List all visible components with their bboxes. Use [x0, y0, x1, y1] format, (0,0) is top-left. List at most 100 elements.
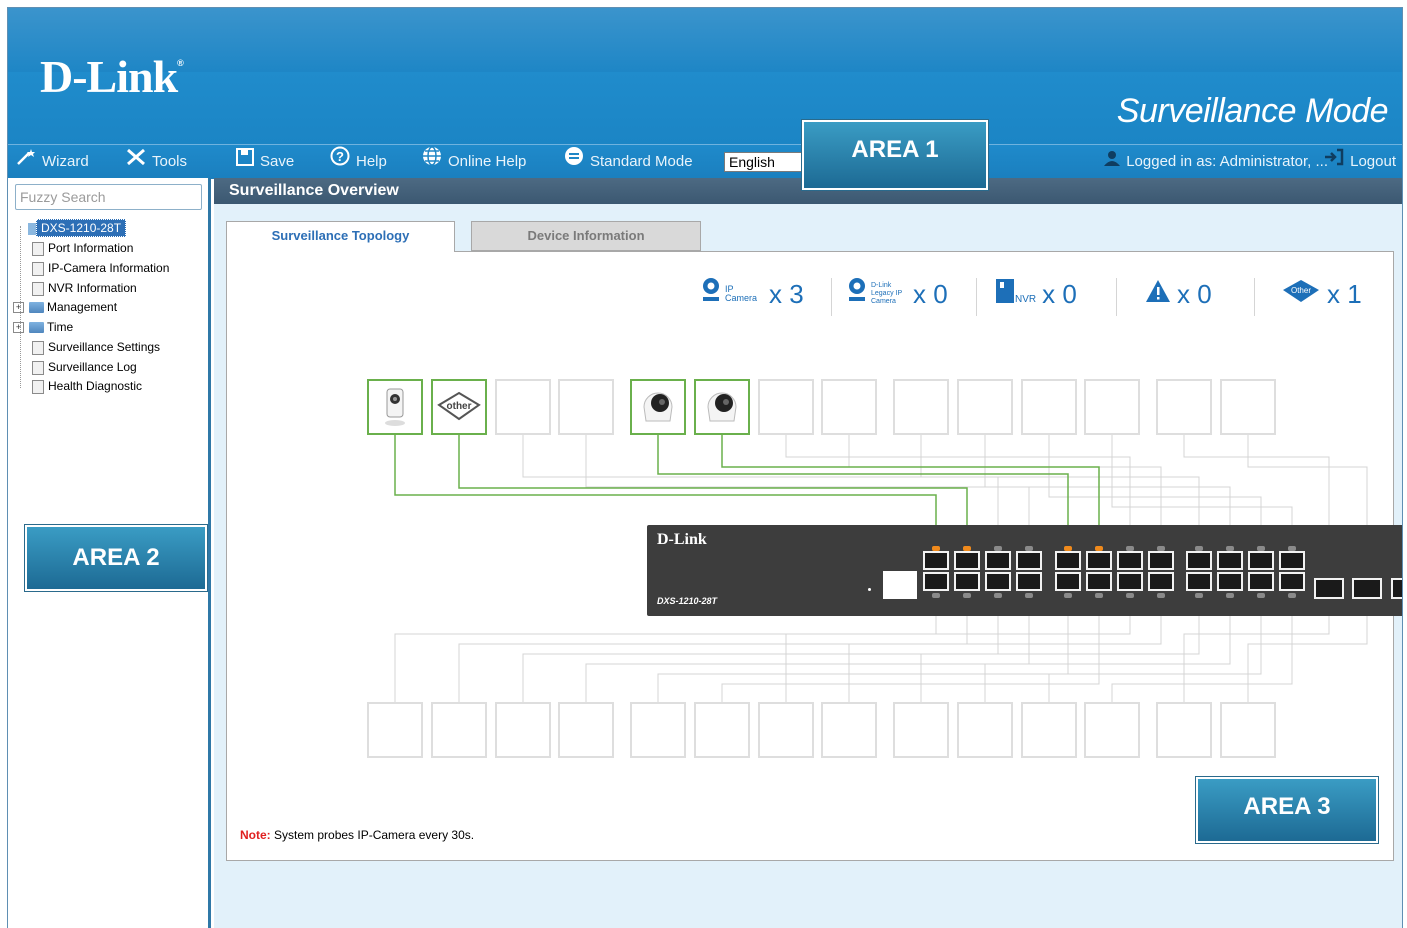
switch-port[interactable] — [1117, 551, 1143, 570]
save-icon — [236, 145, 254, 179]
globe-icon — [422, 145, 442, 179]
switch-port[interactable] — [1016, 572, 1042, 591]
tree-item-ip-camera-information[interactable]: IP-Camera Information — [32, 259, 169, 277]
device-slot-empty — [1084, 379, 1140, 435]
device-slot-empty — [630, 702, 686, 758]
switch-port[interactable] — [1117, 572, 1143, 591]
tree-item-time[interactable]: + Time — [13, 318, 73, 336]
switch-port[interactable] — [1016, 551, 1042, 570]
device-slot-empty — [495, 379, 551, 435]
switch-model-label: DXS-1210-28T — [657, 596, 718, 606]
switch-port[interactable] — [1279, 551, 1305, 570]
ip-camera-icon — [385, 388, 405, 426]
tree-item-management[interactable]: + Management — [13, 298, 117, 316]
tools-button[interactable]: Tools — [126, 145, 187, 179]
tree-item-port-information[interactable]: Port Information — [32, 239, 133, 257]
switch-port[interactable] — [1279, 572, 1305, 591]
device-slot-empty — [694, 702, 750, 758]
switch-port[interactable] — [985, 551, 1011, 570]
device-slot-empty — [367, 702, 423, 758]
note-text: Note: System probes IP-Camera every 30s. — [240, 828, 475, 842]
area-3-label: AREA 3 — [1196, 777, 1378, 843]
help-button[interactable]: ? Help — [330, 145, 387, 179]
area-2-label: AREA 2 — [25, 525, 207, 591]
folder-icon — [29, 302, 44, 314]
switch-brand-logo: D-Link — [657, 531, 707, 548]
area-1-label: AREA 1 — [802, 120, 988, 190]
switch-port[interactable] — [1248, 572, 1274, 591]
dome-camera-icon — [643, 392, 673, 422]
switch-port[interactable] — [923, 572, 949, 591]
tab-device-information[interactable]: Device Information — [471, 221, 701, 251]
header-banner: D-Link® Surveillance Mode — [8, 8, 1402, 144]
switch-port[interactable] — [954, 551, 980, 570]
tab-surveillance-topology[interactable]: Surveillance Topology — [226, 221, 455, 252]
language-select[interactable]: English — [724, 152, 814, 172]
switch-port[interactable] — [1055, 551, 1081, 570]
switch-port[interactable] — [1086, 572, 1112, 591]
device-slot-empty — [1220, 702, 1276, 758]
sfp-port[interactable] — [1352, 578, 1382, 599]
device-slot-empty — [1156, 702, 1212, 758]
device-slot-empty — [1156, 379, 1212, 435]
device-slot-empty — [893, 379, 949, 435]
document-icon — [32, 360, 44, 375]
switch-port[interactable] — [1148, 551, 1174, 570]
mode-switch-icon — [564, 145, 584, 179]
user-icon — [1104, 145, 1121, 179]
wizard-button[interactable]: Wizard — [16, 145, 89, 179]
tools-icon — [126, 145, 146, 179]
device-slot-empty — [431, 702, 487, 758]
device-slot-empty — [957, 702, 1013, 758]
device-slot-camera-small[interactable] — [367, 379, 423, 435]
sfp-port[interactable] — [1314, 578, 1344, 599]
switch-port[interactable] — [1217, 551, 1243, 570]
document-icon — [32, 379, 44, 394]
tree-item-device[interactable]: DXS-1210-28T — [28, 219, 127, 237]
online-help-button[interactable]: Online Help — [422, 145, 526, 179]
switch-port[interactable] — [1055, 572, 1081, 591]
device-slot-empty — [558, 702, 614, 758]
tree-item-surveillance-settings[interactable]: Surveillance Settings — [32, 338, 160, 356]
svg-text:other: other — [447, 401, 472, 412]
device-slot-empty — [558, 379, 614, 435]
sfp-port[interactable] — [1391, 578, 1402, 599]
save-button[interactable]: Save — [236, 145, 294, 179]
switch-port[interactable] — [1148, 572, 1174, 591]
device-slot-empty — [495, 702, 551, 758]
device-slot-camera-dome[interactable] — [694, 379, 750, 435]
dome-camera-icon — [707, 392, 737, 422]
switch-port[interactable] — [923, 551, 949, 570]
search-input[interactable]: Fuzzy Search — [15, 184, 202, 210]
tree-item-health-diagnostic[interactable]: Health Diagnostic — [32, 377, 142, 395]
other-device-icon: other — [437, 391, 481, 421]
device-slot-empty — [1220, 379, 1276, 435]
document-icon — [32, 281, 44, 296]
tree-item-nvr-information[interactable]: NVR Information — [32, 279, 137, 297]
switch-port[interactable] — [985, 572, 1011, 591]
folder-icon — [29, 322, 44, 334]
device-slot-empty — [1021, 379, 1077, 435]
switch-port[interactable] — [954, 572, 980, 591]
topology-panel: IP Camera x 3 D-Link Legacy IP Camera x … — [226, 251, 1402, 861]
device-slot-other[interactable]: other — [431, 379, 487, 435]
main-content: Surveillance Overview Surveillance Topol… — [25, 178, 1402, 928]
device-slot-empty — [957, 379, 1013, 435]
expand-icon[interactable]: + — [13, 322, 24, 334]
svg-text:?: ? — [336, 149, 344, 164]
document-icon — [32, 340, 44, 355]
device-slot-camera-dome[interactable] — [630, 379, 686, 435]
switch-port[interactable] — [1086, 551, 1112, 570]
switch-port[interactable] — [1248, 551, 1274, 570]
tree-item-surveillance-log[interactable]: Surveillance Log — [32, 358, 137, 376]
device-slot-empty — [758, 379, 814, 435]
switch-port[interactable] — [1186, 551, 1212, 570]
switch-port[interactable] — [1217, 572, 1243, 591]
app-window: D-Link® Surveillance Mode Wizard Tools S… — [7, 7, 1403, 928]
document-icon — [32, 261, 44, 276]
logout-button[interactable]: Logout — [1324, 145, 1396, 179]
standard-mode-button[interactable]: Standard Mode — [564, 145, 693, 179]
expand-icon[interactable]: + — [13, 302, 24, 314]
logout-icon — [1324, 145, 1344, 179]
switch-port[interactable] — [1186, 572, 1212, 591]
